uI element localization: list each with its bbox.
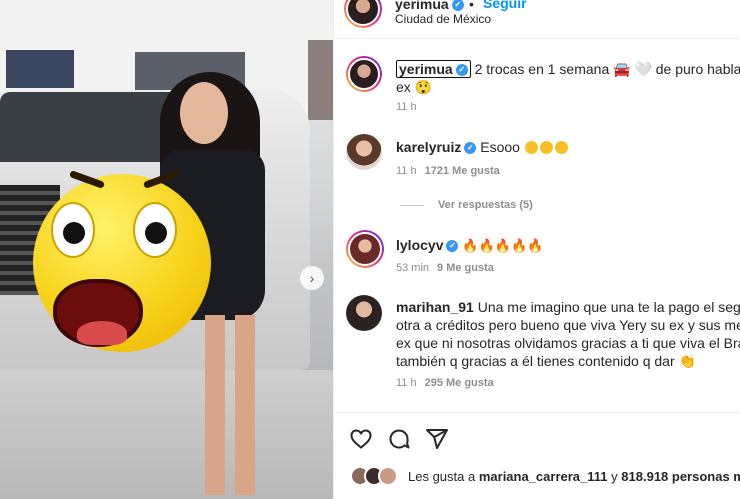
comment-time: 11 h bbox=[396, 165, 417, 177]
fire-emoji-icon: 🔥 bbox=[478, 238, 495, 253]
likes-prefix: Les gusta a bbox=[408, 469, 476, 484]
comment-text: marihan_91 Una me imagino que una te la … bbox=[396, 298, 740, 316]
comment-time: 11 h bbox=[396, 377, 417, 389]
caption-text: yerimua ✓ 2 trocas en 1 semana 🚘 🤍 de pur… bbox=[396, 60, 740, 78]
caption-username[interactable]: yerimua ✓ bbox=[396, 60, 471, 78]
likes-text: Les gusta a mariana_carrera_111 y 818.91… bbox=[408, 469, 740, 484]
person-face bbox=[180, 82, 228, 144]
comment-meta: 53 min 9 Me gusta bbox=[396, 262, 494, 274]
post-author-username[interactable]: yerimua ✓ bbox=[395, 0, 464, 12]
showroom-floor bbox=[0, 370, 333, 499]
comment-line: también q gracias a él tienes contenido … bbox=[396, 353, 696, 369]
view-replies-label[interactable]: Ver respuestas (5) bbox=[438, 199, 533, 211]
fire-emoji-icon: 🔥 bbox=[510, 238, 528, 253]
comment-line: otra a créditos pero bueno que viva Yery… bbox=[396, 317, 740, 333]
emoji-eye bbox=[51, 202, 95, 258]
caption-line: ex 😲 bbox=[396, 79, 433, 95]
location-link[interactable]: Ciudad de México bbox=[395, 12, 491, 26]
comment-time: 53 min bbox=[396, 262, 430, 274]
comment-username[interactable]: karelyruiz ✓ bbox=[396, 139, 477, 155]
avatar[interactable] bbox=[346, 56, 382, 92]
caption-line: 2 trocas en 1 semana 🚘 🤍 de puro hablar … bbox=[474, 61, 740, 77]
comment-meta: 11 h 295 Me gusta bbox=[396, 377, 494, 389]
comment-line: Una me imagino que una te la pago el seg… bbox=[477, 299, 740, 315]
heart-eyes-emoji-icon bbox=[539, 141, 553, 154]
caption-time: 11 h bbox=[396, 101, 417, 113]
avatar bbox=[378, 466, 398, 486]
likes-conjunction: y bbox=[611, 469, 618, 484]
comment-username[interactable]: marihan_91 bbox=[396, 299, 474, 315]
comment-line: ex que ni nosotras olvidamos gracias a t… bbox=[396, 335, 740, 351]
heart-icon[interactable] bbox=[349, 427, 373, 451]
send-icon[interactable] bbox=[425, 427, 449, 451]
comment-username[interactable]: lylocyv ✓ bbox=[396, 237, 459, 253]
comment-likes[interactable]: 1721 Me gusta bbox=[425, 165, 500, 177]
comment-text: karelyruiz ✓ Esooo bbox=[396, 138, 569, 156]
verified-icon: ✓ bbox=[455, 64, 468, 77]
fire-emoji-icon: 🔥 bbox=[462, 238, 479, 253]
username-label[interactable]: yerimua bbox=[395, 0, 449, 12]
fire-emoji-icon: 🔥 bbox=[527, 238, 544, 253]
wall-sign bbox=[6, 50, 74, 88]
person-legs bbox=[205, 315, 255, 495]
verified-icon: ✓ bbox=[451, 0, 464, 12]
avatar[interactable] bbox=[346, 134, 382, 170]
post-image: › bbox=[0, 0, 333, 499]
view-replies-link[interactable]: Ver respuestas (5) bbox=[400, 199, 533, 211]
likes-user-link[interactable]: mariana_carrera_111 bbox=[479, 469, 608, 484]
divider bbox=[334, 38, 740, 39]
comment-likes[interactable]: 295 Me gusta bbox=[425, 377, 494, 389]
comment-likes[interactable]: 9 Me gusta bbox=[437, 262, 494, 274]
fire-emoji-icon: 🔥 bbox=[494, 238, 511, 253]
comment-icon[interactable] bbox=[387, 427, 411, 451]
heart-eyes-emoji-icon bbox=[524, 141, 538, 154]
post-side-panel: yerimua ✓ • Seguir Ciudad de México yerim… bbox=[333, 0, 740, 499]
heart-eyes-emoji-icon bbox=[554, 141, 568, 154]
follow-button[interactable]: Seguir bbox=[483, 0, 527, 11]
likes-count-link[interactable]: 818.918 personas más bbox=[621, 469, 740, 484]
shocked-face-emoji-sticker bbox=[33, 170, 211, 352]
emoji-mouth bbox=[53, 279, 143, 347]
avatar[interactable] bbox=[344, 0, 382, 28]
avatar[interactable] bbox=[346, 230, 384, 268]
verified-icon: ✓ bbox=[446, 240, 459, 253]
comment-meta: 11 h 1721 Me gusta bbox=[396, 165, 500, 177]
emoji-eye bbox=[133, 202, 177, 258]
chevron-right-icon[interactable]: › bbox=[300, 266, 324, 290]
separator-dot: • bbox=[469, 0, 474, 12]
avatar[interactable] bbox=[346, 295, 382, 331]
wall-sign bbox=[308, 40, 333, 120]
verified-icon: ✓ bbox=[464, 142, 477, 155]
comment-text: lylocyv ✓ 🔥🔥🔥🔥🔥 bbox=[396, 236, 543, 255]
divider bbox=[334, 412, 740, 413]
comment-body: Esooo bbox=[480, 139, 520, 155]
divider bbox=[400, 204, 424, 206]
